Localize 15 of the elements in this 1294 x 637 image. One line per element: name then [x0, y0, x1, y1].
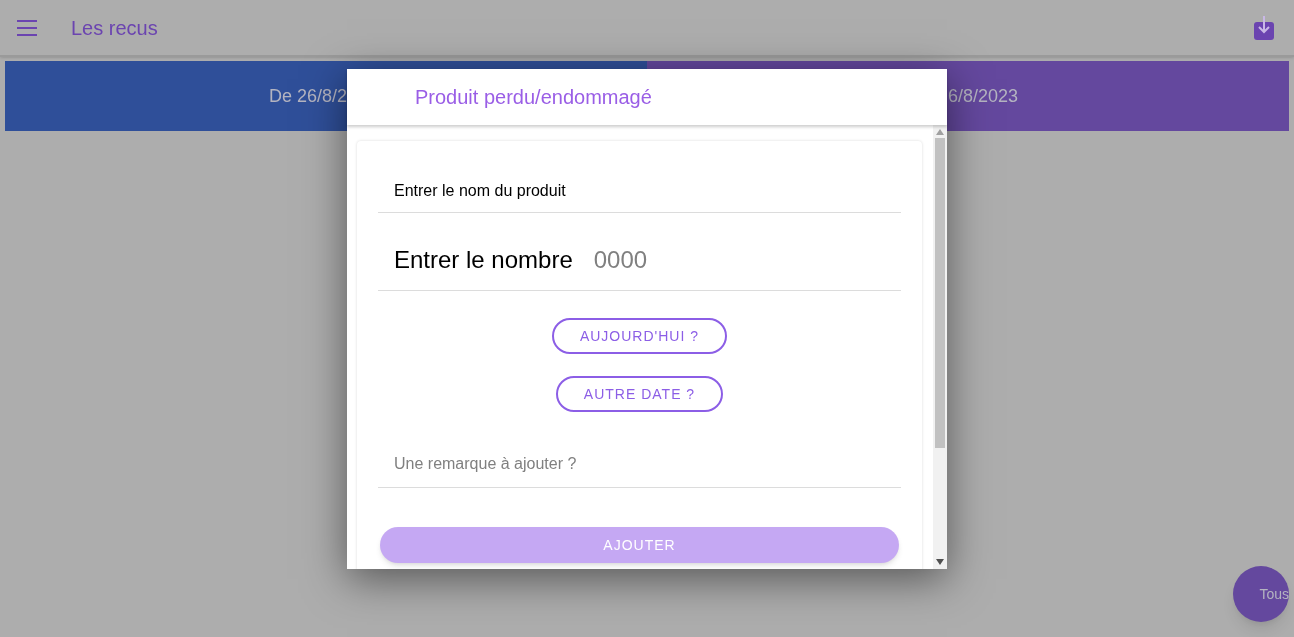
page-title: Les recus: [71, 15, 158, 41]
number-input[interactable]: 0000: [593, 241, 794, 278]
scroll-down-icon[interactable]: [936, 559, 944, 565]
download-icon[interactable]: [1254, 15, 1274, 40]
scrollbar[interactable]: [933, 125, 947, 569]
filter-fab[interactable]: Tous: [1233, 566, 1289, 622]
date-from: De 26/8/2: [269, 84, 348, 108]
number-label: Entrer le nombre: [394, 244, 573, 275]
scroll-up-icon[interactable]: [936, 129, 944, 135]
date-to: 6/8/2023: [948, 84, 1019, 108]
date-option-button[interactable]: AUJOURD'HUI ?: [551, 318, 728, 354]
product-name-field[interactable]: Entrer le nom du produit: [378, 169, 901, 213]
date-option-button[interactable]: AUTRE DATE ?: [555, 376, 724, 412]
remark-field[interactable]: Une remarque à ajouter ?: [378, 440, 901, 488]
menu-icon[interactable]: [17, 19, 39, 36]
